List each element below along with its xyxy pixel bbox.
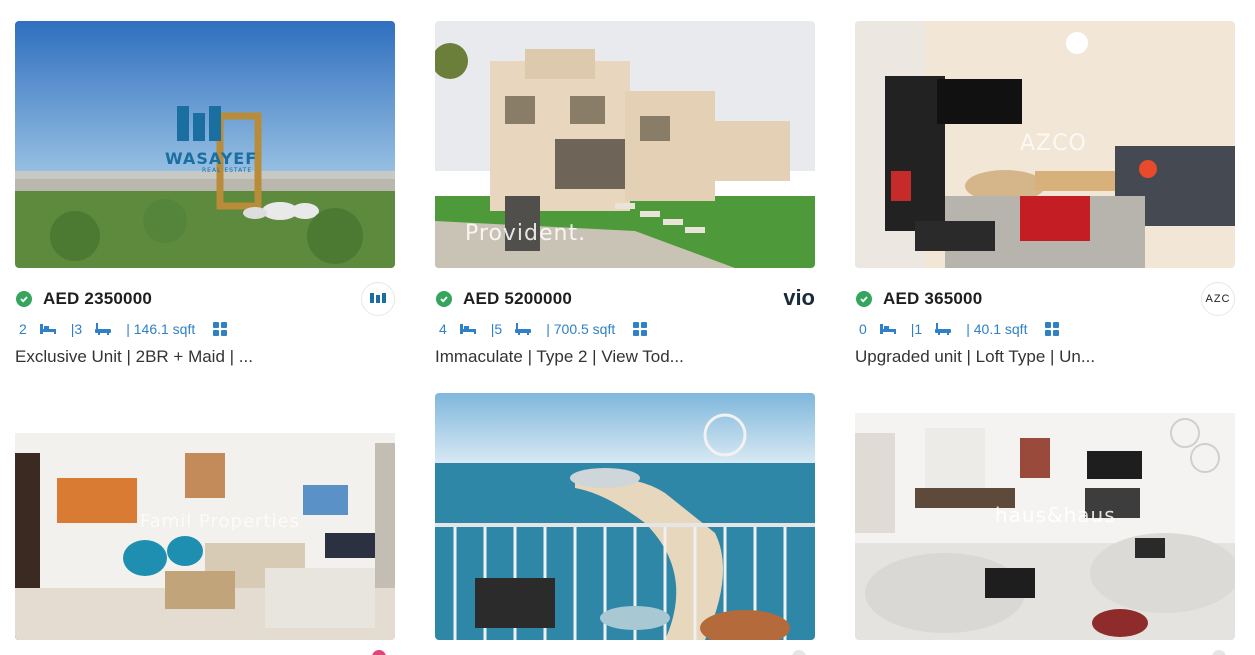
agency-logo[interactable] bbox=[361, 282, 395, 316]
listing-card[interactable]: Provident. AED 5200000 vio 4 |5 | 700.5 … bbox=[435, 21, 815, 367]
listing-title[interactable]: Upgraded unit | Loft Type | Un... bbox=[855, 347, 1235, 367]
listing-card[interactable]: Famil Properties bbox=[15, 393, 395, 640]
baths-count: |5 bbox=[490, 321, 503, 337]
beds-count: 4 bbox=[439, 321, 447, 337]
listing-photo[interactable] bbox=[435, 393, 815, 640]
agency-logo[interactable]: vio bbox=[783, 282, 815, 314]
verified-check-icon bbox=[436, 291, 452, 307]
price-row: AED 2350000 bbox=[15, 282, 395, 316]
beds-count: 0 bbox=[859, 321, 867, 337]
listing-card[interactable] bbox=[435, 393, 815, 640]
listing-specs: 4 |5 | 700.5 sqft bbox=[435, 317, 815, 341]
photo-watermark-sub: REAL ESTATE bbox=[202, 167, 253, 174]
baths-count: |3 bbox=[70, 321, 83, 337]
listing-price: AED 365000 bbox=[883, 289, 983, 308]
agency-logo-partial[interactable] bbox=[792, 650, 806, 655]
floor-plan-icon[interactable] bbox=[1045, 322, 1060, 336]
listing-photo[interactable]: haus&haus bbox=[855, 393, 1235, 640]
listing-price: AED 2350000 bbox=[43, 289, 152, 308]
listing-grid: WASAYEF REAL ESTATE AED 2350000 2 |3 | 1… bbox=[0, 0, 1255, 655]
price-row: AED 365000 AZC bbox=[855, 282, 1235, 316]
price-row: AED 5200000 vio bbox=[435, 282, 815, 316]
wasayef-logo-icon bbox=[370, 293, 386, 303]
area-size: | 700.5 sqft bbox=[546, 321, 616, 337]
photo-cityscape-park bbox=[15, 21, 395, 268]
baths-count: |1 bbox=[910, 321, 923, 337]
agency-logo[interactable]: AZC bbox=[1201, 282, 1235, 316]
listing-specs: 0 |1 | 40.1 sqft bbox=[855, 317, 1235, 341]
bath-icon bbox=[514, 322, 532, 336]
listing-price: AED 5200000 bbox=[463, 289, 572, 308]
area-size: | 40.1 sqft bbox=[966, 321, 1028, 337]
agency-logo-partial[interactable] bbox=[372, 650, 386, 655]
bed-icon bbox=[879, 323, 897, 335]
listing-specs: 2 |3 | 146.1 sqft bbox=[15, 317, 395, 341]
listing-title[interactable]: Exclusive Unit | 2BR + Maid | ... bbox=[15, 347, 395, 367]
photo-watermark: AZCO bbox=[1020, 131, 1087, 156]
verified-check-icon bbox=[16, 291, 32, 307]
agency-logo-partial[interactable] bbox=[1212, 650, 1226, 655]
listing-photo[interactable]: Famil Properties bbox=[15, 393, 395, 640]
photo-watermark: haus&haus bbox=[995, 503, 1116, 527]
photo-watermark: Famil Properties bbox=[140, 511, 300, 532]
bath-icon bbox=[94, 322, 112, 336]
listing-card[interactable]: AZCO AED 365000 AZC 0 |1 | 40.1 sqft Upg… bbox=[855, 21, 1235, 367]
photo-sea-view-balcony bbox=[435, 393, 815, 640]
bath-icon bbox=[934, 322, 952, 336]
area-size: | 146.1 sqft bbox=[126, 321, 196, 337]
bed-icon bbox=[39, 323, 57, 335]
verified-check-icon bbox=[856, 291, 872, 307]
listing-title[interactable]: Immaculate | Type 2 | View Tod... bbox=[435, 347, 815, 367]
beds-count: 2 bbox=[19, 321, 27, 337]
floor-plan-icon[interactable] bbox=[213, 322, 228, 336]
floor-plan-icon[interactable] bbox=[633, 322, 648, 336]
photo-watermark: Provident. bbox=[465, 221, 587, 246]
listing-card[interactable]: WASAYEF REAL ESTATE AED 2350000 2 |3 | 1… bbox=[15, 21, 395, 367]
listing-photo[interactable]: Provident. bbox=[435, 21, 815, 268]
listing-photo[interactable]: AZCO bbox=[855, 21, 1235, 268]
photo-watermark: WASAYEF bbox=[165, 149, 258, 168]
listing-card[interactable]: haus&haus bbox=[855, 393, 1235, 640]
listing-photo[interactable]: WASAYEF REAL ESTATE bbox=[15, 21, 395, 268]
bed-icon bbox=[459, 323, 477, 335]
